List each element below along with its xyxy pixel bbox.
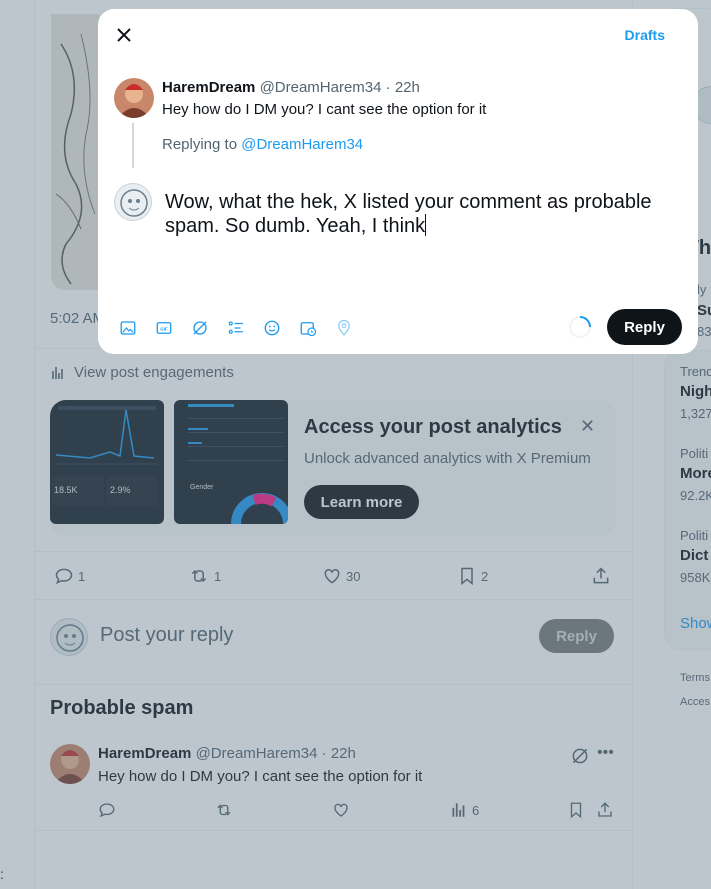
schedule-icon[interactable] xyxy=(297,317,319,339)
character-count-ring-icon xyxy=(569,316,591,338)
poll-icon[interactable] xyxy=(225,317,247,339)
text-caret xyxy=(425,214,427,236)
emoji-icon[interactable] xyxy=(261,317,283,339)
svg-text:GIF: GIF xyxy=(160,326,168,331)
location-icon[interactable] xyxy=(333,317,355,339)
replying-to-label: Replying to @DreamHarem34 xyxy=(162,136,363,153)
grok-icon[interactable] xyxy=(189,317,211,339)
original-post-header: HaremDream @DreamHarem34 · 22h xyxy=(162,79,420,96)
drafts-link[interactable]: Drafts xyxy=(625,27,665,43)
reply-submit-button[interactable]: Reply xyxy=(607,309,682,345)
gif-icon[interactable]: GIF xyxy=(153,317,175,339)
close-icon[interactable] xyxy=(112,23,136,47)
original-post-avatar[interactable] xyxy=(114,78,154,118)
original-post-display-name[interactable]: HaremDream xyxy=(162,79,255,96)
reply-modal: Drafts HaremDream @DreamHarem34 · 22h He… xyxy=(98,9,698,354)
image-icon[interactable] xyxy=(117,317,139,339)
composer-avatar[interactable] xyxy=(114,183,152,221)
reply-compose-textarea[interactable]: Wow, what the hek, X listed your comment… xyxy=(165,190,685,238)
thread-line xyxy=(132,123,134,168)
replying-to-prefix: Replying to xyxy=(162,136,238,153)
compose-text: Wow, what the hek, X listed your comment… xyxy=(165,191,652,237)
original-post-handle[interactable]: @DreamHarem34 · 22h xyxy=(260,79,420,96)
replying-to-handle[interactable]: @DreamHarem34 xyxy=(241,136,363,153)
original-post-text: Hey how do I DM you? I cant see the opti… xyxy=(162,101,487,118)
composer-toolbar: GIF xyxy=(117,317,355,339)
